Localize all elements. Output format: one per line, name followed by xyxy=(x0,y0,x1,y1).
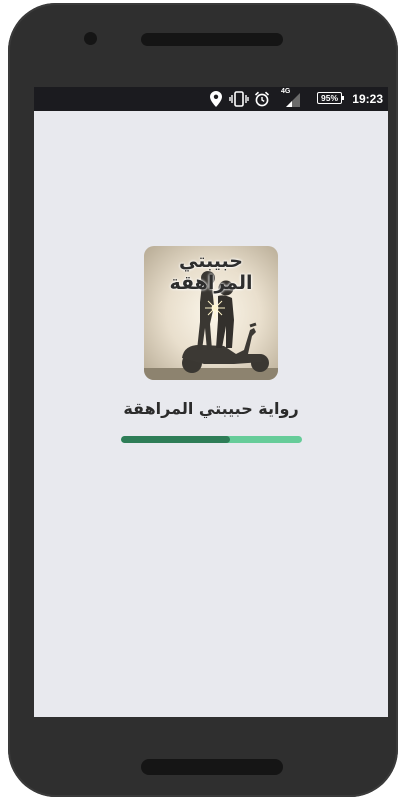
loading-progress-fill xyxy=(121,436,230,443)
front-camera xyxy=(84,32,97,45)
bottom-speaker xyxy=(141,759,283,775)
loading-progress-bar xyxy=(121,436,302,443)
alarm-icon xyxy=(254,91,270,107)
battery-icon: 95% xyxy=(317,92,344,104)
device-screen: 4G 95% 19:23 حبيبتي المراهقة رواية حبيبت… xyxy=(34,87,388,717)
signal-icon xyxy=(286,93,300,107)
location-icon xyxy=(210,91,222,107)
phone-frame: 4G 95% 19:23 حبيبتي المراهقة رواية حبيبت… xyxy=(8,3,398,797)
earpiece-speaker xyxy=(141,33,283,46)
vibrate-icon xyxy=(229,91,249,107)
battery-percent: 95% xyxy=(320,93,338,103)
app-title: رواية حبيبتي المراهقة xyxy=(123,399,299,418)
app-logo: حبيبتي المراهقة xyxy=(144,246,278,380)
logo-title-text: حبيبتي المراهقة xyxy=(169,250,253,294)
status-bar: 4G 95% 19:23 xyxy=(34,87,388,111)
status-time: 19:23 xyxy=(352,92,383,106)
